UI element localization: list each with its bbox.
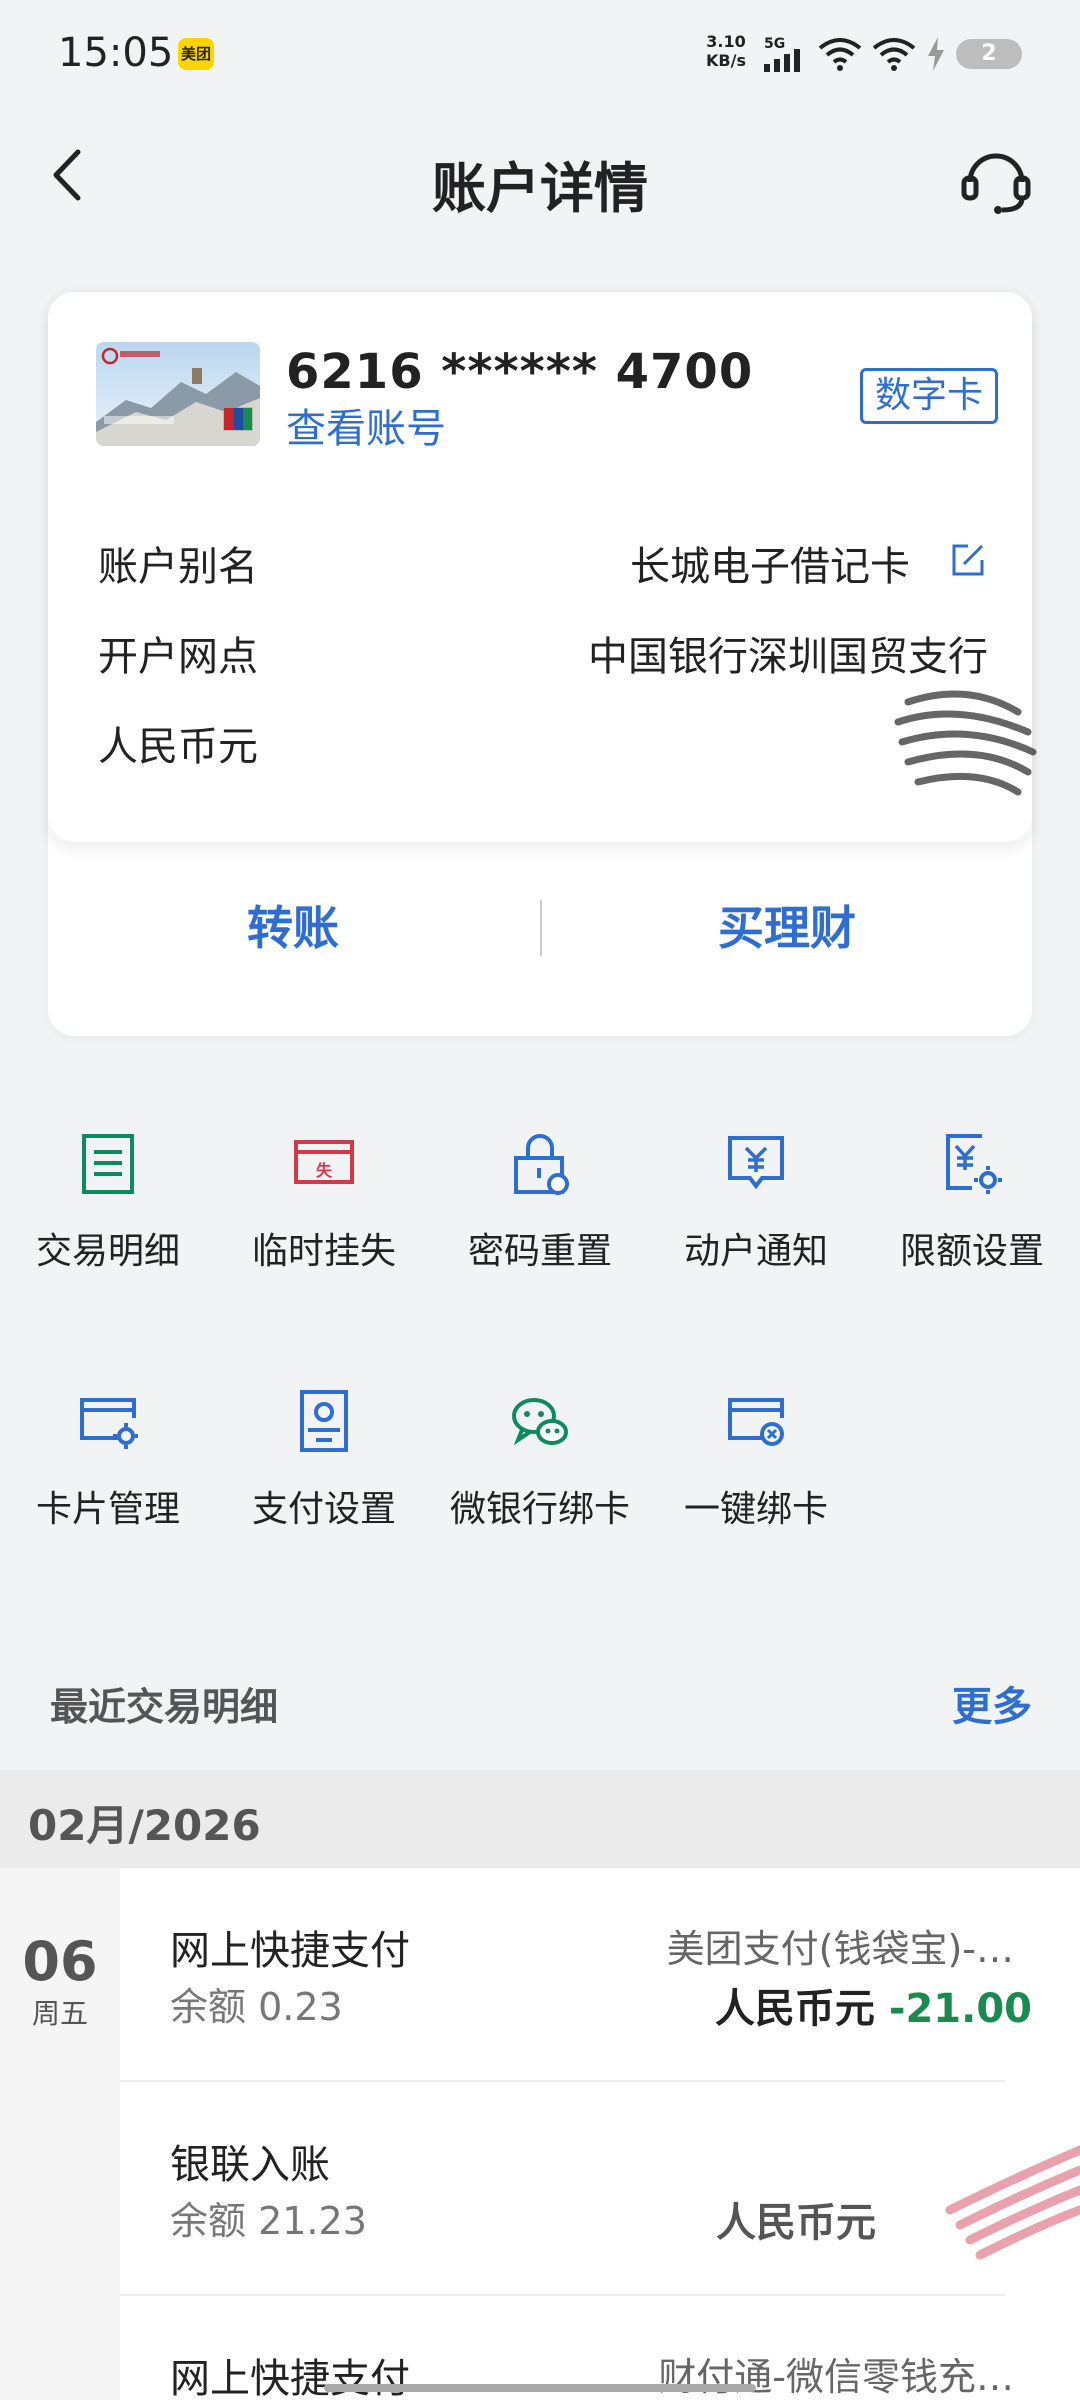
grid-label: 临时挂失 <box>251 1231 396 1272</box>
charging-icon <box>928 37 944 71</box>
grid-label: 微银行绑卡 <box>449 1489 630 1530</box>
status-bar: 15:05 美团 3.10 KB/s 5G 2 <box>0 0 1080 110</box>
recent-transactions-title: 最近交易明细 <box>50 1685 279 1729</box>
grid-item-wechat-bind[interactable]: 微银行绑卡 <box>432 1388 648 1588</box>
transaction-balance: 余额 21.23 <box>170 2199 367 2243</box>
card-settings-icon <box>80 1398 138 1449</box>
card-number: 6216 ****** 4700 <box>286 344 754 400</box>
date-day: 06 <box>22 1930 98 1993</box>
currency-row: 人民币元 <box>98 714 988 774</box>
grid-item-card-management[interactable]: 卡片管理 <box>0 1388 216 1588</box>
transaction-currency: 人民币元 <box>714 1986 875 2032</box>
transaction-merchant: 美团支付(钱袋宝)-… <box>666 1927 1014 1971</box>
headset-icon[interactable] <box>958 140 1034 216</box>
card-bind-icon <box>728 1398 784 1446</box>
meituan-app-icon: 美团 <box>178 38 214 70</box>
grid-item-limit-settings[interactable]: 限额设置 <box>864 1130 1080 1330</box>
svg-text:失: 失 <box>316 1161 333 1180</box>
grid-label: 一键绑卡 <box>683 1489 828 1530</box>
yuan-settings-icon <box>946 1134 1002 1194</box>
grid-label: 限额设置 <box>899 1231 1044 1272</box>
grid-item-account-notice[interactable]: 动户通知 <box>648 1130 864 1330</box>
signal-5g-icon: 5G <box>764 36 800 72</box>
status-time: 15:05 <box>58 30 174 76</box>
wifi-2-icon <box>872 38 916 71</box>
month-header: 02月/2026 <box>0 1770 1080 1868</box>
grid-label: 卡片管理 <box>35 1489 180 1530</box>
account-alias-value: 长城电子借记卡 <box>630 544 910 590</box>
transaction-amount-row: 人民币元 <box>716 2190 890 2248</box>
grid-item-password-reset[interactable]: 密码重置 <box>432 1130 648 1330</box>
scribble-redaction <box>894 690 1037 796</box>
transaction-row[interactable]: 网上快捷支付 余额 0.23 美团支付(钱袋宝)-… 人民币元 -21.00 <box>120 1868 1080 2082</box>
grid-item-temporary-loss[interactable]: 失 临时挂失 <box>216 1130 432 1330</box>
edit-icon[interactable] <box>948 540 988 580</box>
grid-label: 交易明细 <box>35 1231 180 1272</box>
date-weekday: 周五 <box>31 1997 88 2030</box>
view-account-link[interactable]: 查看账号 <box>286 396 446 454</box>
transfer-button[interactable]: 转账 <box>48 892 538 958</box>
more-link[interactable]: 更多 <box>952 1674 1032 1732</box>
home-indicator[interactable] <box>324 2384 756 2392</box>
grid-label: 支付设置 <box>251 1489 396 1530</box>
transaction-title: 银联入账 <box>170 2142 330 2188</box>
network-speed: 3.10 KB/s <box>706 32 746 70</box>
page-title: 账户详情 <box>432 157 648 220</box>
transaction-currency: 人民币元 <box>716 2200 876 2246</box>
transaction-amount: -21.00 <box>888 1986 1032 2032</box>
transaction-title: 网上快捷支付 <box>170 1928 410 1974</box>
account-card: 6216 ****** 4700 查看账号 数字卡 账户别名 长城电子借记卡 开… <box>48 292 1037 1036</box>
buy-wealth-button[interactable]: 买理财 <box>542 892 1032 958</box>
document-list-icon <box>82 1134 134 1194</box>
header: 账户详情 <box>0 110 1080 240</box>
wechat-icon <box>512 1398 568 1446</box>
battery-indicator: 2 <box>956 39 1022 69</box>
lock-reset-icon <box>514 1134 569 1195</box>
grid-label: 动户通知 <box>683 1231 828 1272</box>
digital-card-badge: 数字卡 <box>860 368 999 424</box>
account-alias-row: 账户别名 长城电子借记卡 <box>98 534 988 594</box>
grid-label: 密码重置 <box>467 1231 612 1272</box>
transaction-amount-row: 人民币元 -21.00 <box>715 1976 1032 2034</box>
grid-item-payment-settings[interactable]: 支付设置 <box>216 1388 432 1588</box>
bank-card-image <box>96 342 260 446</box>
scribble-redaction <box>945 2145 1080 2260</box>
currency-label: 人民币元 <box>98 724 258 770</box>
transaction-balance: 余额 0.23 <box>170 1985 343 2029</box>
account-alias-label: 账户别名 <box>98 544 258 590</box>
branch-row: 开户网点 中国银行深圳国贸支行 <box>98 624 988 684</box>
grid-item-transaction-details[interactable]: 交易明细 <box>0 1130 216 1330</box>
month-label: 02月/2026 <box>28 1801 261 1850</box>
transaction-list: 06 周五 网上快捷支付 余额 0.23 美团支付(钱袋宝)-… 人民币元 -21… <box>0 1868 1080 2400</box>
branch-label: 开户网点 <box>98 634 258 680</box>
date-column: 06 周五 <box>0 1868 120 2400</box>
loss-report-icon: 失 <box>294 1140 354 1184</box>
yuan-message-icon <box>728 1136 784 1190</box>
grid-item-quick-bind[interactable]: 一键绑卡 <box>648 1388 864 1588</box>
wifi-icon <box>818 38 862 71</box>
status-icons: 5G 2 <box>762 32 1022 76</box>
svg-text:5G: 5G <box>764 36 785 52</box>
pay-settings-icon <box>300 1390 348 1452</box>
card-info-panel: 6216 ****** 4700 查看账号 数字卡 账户别名 长城电子借记卡 开… <box>48 292 1037 842</box>
